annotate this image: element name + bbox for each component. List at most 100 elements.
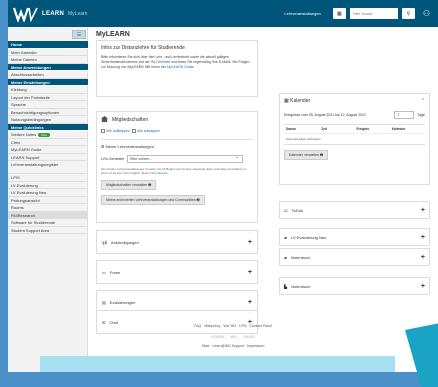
expand-plus-icon[interactable]: + xyxy=(248,239,252,246)
footer-bottom-links[interactable]: Sitze · Learn@WU Support · Impressum xyxy=(108,344,358,348)
archived-courses-label[interactable]: Meine archivierten Lehrveranstaltungen u… xyxy=(106,198,196,202)
sidebar-item-label[interactable]: Rooms xyxy=(11,205,24,210)
sidebar-item[interactable]: Lehrveranstaltungsregister xyxy=(8,161,88,174)
sidebar-item-label[interactable]: LV-Evaluierung xyxy=(11,183,38,188)
my-courses-label[interactable]: Meine Lehrveranstaltungen xyxy=(105,144,153,149)
menu-grid-icon[interactable]: ▦ xyxy=(332,8,346,19)
forums-section[interactable]: ▭ Foren + xyxy=(96,260,258,284)
expand-plus-icon[interactable]: + xyxy=(421,254,425,261)
sidebar-item[interactable]: Citrix xyxy=(8,139,88,146)
col-event[interactable]: Ereignis xyxy=(355,127,390,131)
sidebar-item-label[interactable]: Software für Studierende xyxy=(11,220,55,225)
sidebar-item[interactable]: LV-Evaluierung Neu xyxy=(8,189,88,197)
sidebar-item-label[interactable]: Fit4Research xyxy=(11,213,35,218)
sidebar-item-label[interactable]: Meine Dateien xyxy=(11,57,37,62)
announcements-section[interactable]: 📢 Ankündigungen + xyxy=(96,230,258,254)
sidebar-item-label[interactable]: Kleidung xyxy=(11,87,27,92)
sidebar-item[interactable]: MyLEARN Guide xyxy=(8,146,88,154)
manage-calendar-label[interactable]: Kalender verwalten xyxy=(289,153,319,157)
sidebar-item-label[interactable]: LEARN Support xyxy=(11,155,39,160)
sidebar-item-label[interactable]: LV-Evaluierung Neu xyxy=(11,190,46,195)
sidebar-item[interactable]: Abschlussarbeiten xyxy=(8,71,88,79)
sidebar-item-label[interactable]: MyLEARN Guide xyxy=(11,147,41,152)
mylearn-guide-link[interactable]: MyLEARN Guide xyxy=(167,65,194,69)
lv-evaluation-title[interactable]: LV-Evaluierung Neu xyxy=(291,235,326,240)
sidebar-item-label[interactable]: Benachrichtigungsoptionen xyxy=(11,110,59,115)
wu-website-link[interactable]: WU Website xyxy=(151,60,170,64)
sidebar-section-header[interactable]: Meine Einstellungen xyxy=(8,78,88,86)
my-courses-row[interactable]: ⊞ Meine Lehrveranstaltungen xyxy=(101,139,253,149)
sidebar-item-label[interactable]: Layout der Portalseite xyxy=(11,95,50,100)
brand-name[interactable]: LEARN xyxy=(42,11,64,17)
collapse-checkbox[interactable] xyxy=(131,129,136,134)
sidebar-item-label[interactable]: Prüfungsansicht xyxy=(11,198,40,203)
expand-plus-icon[interactable]: + xyxy=(248,269,252,276)
sidebar-item[interactable]: Nutzungsbedingungen xyxy=(8,116,88,124)
sidebar-item-label[interactable]: Meine Einstellungen xyxy=(11,80,50,85)
wu-logo-icon[interactable] xyxy=(13,6,39,22)
col-time[interactable]: Zeit xyxy=(319,127,354,131)
manage-calendar-button[interactable]: Kalender verwalten ➋ xyxy=(284,150,328,160)
sidebar-item[interactable]: Benachrichtigungsoptionen xyxy=(8,109,88,116)
sidebar-item-label[interactable]: Weitere Notes xyxy=(11,132,36,137)
expand-plus-icon[interactable]: + xyxy=(421,207,425,214)
announcements-title[interactable]: Ankündigungen xyxy=(111,240,139,245)
courses-link[interactable]: Lehrveranstaltungen xyxy=(284,11,320,16)
lv-evaluation-section[interactable]: ▰ LV-Evaluierung Neu + xyxy=(279,228,430,246)
search-input[interactable] xyxy=(349,8,398,19)
evaluations-title[interactable]: Evaluierungen xyxy=(110,300,136,305)
brand-subtitle[interactable]: MyLearn xyxy=(68,11,87,17)
col-date[interactable]: Datum xyxy=(284,127,319,131)
sidebar-item[interactable]: Sprache xyxy=(8,101,88,109)
archived-courses-button[interactable]: Meine archivierten Lehrveranstaltungen u… xyxy=(101,195,205,206)
gradebook-section-2[interactable]: ▙ Notenbuch + xyxy=(279,277,430,295)
sidebar-section-header[interactable]: Meine Anwendungen xyxy=(8,63,88,71)
sidebar-section-header[interactable]: Meine Quicklinks xyxy=(8,123,88,131)
todos-title[interactable]: ToDos xyxy=(292,208,303,213)
sidebar-item-label[interactable]: Sprache xyxy=(11,102,26,107)
sidebar-item-label[interactable]: Nutzungsbedingungen xyxy=(11,117,51,122)
collapse-all-link[interactable]: Alle zuklappen xyxy=(137,129,160,133)
sidebar-section-header[interactable]: Home xyxy=(8,41,88,49)
col-calendar[interactable]: Kalender xyxy=(390,127,425,131)
sidebar-toggle-icon[interactable]: ☰ xyxy=(72,30,86,39)
sidebar-item[interactable]: LEARN Support xyxy=(8,154,88,161)
sidebar-item[interactable]: Software für Studierende xyxy=(8,219,88,227)
more-info-link[interactable]: Informationen xyxy=(149,171,167,175)
forums-title[interactable]: Foren xyxy=(110,270,120,275)
sidebar-item-label[interactable]: Meine Quicklinks xyxy=(11,125,44,130)
sidebar-item[interactable]: LV-Evaluierung xyxy=(8,182,88,189)
search-icon[interactable]: ⚲ xyxy=(401,8,415,19)
sidebar-item[interactable]: Prüfungsansicht xyxy=(8,197,88,204)
days-input[interactable]: 7 xyxy=(394,111,415,119)
sidebar-item[interactable]: Rooms xyxy=(8,204,88,212)
gradebook-section[interactable]: ▰ Notenbuch + xyxy=(279,248,430,266)
sidebar-item-label[interactable]: Meine Anwendungen xyxy=(11,65,51,70)
sidebar-item[interactable]: LPIS xyxy=(8,174,88,182)
sidebar-item-label[interactable]: Home xyxy=(11,42,22,47)
sidebar-item-label[interactable]: LPIS xyxy=(11,175,20,180)
semester-select[interactable]: Bitte wählen... xyxy=(127,154,244,164)
sidebar-item-label[interactable]: Mein Kalender xyxy=(11,50,37,55)
sidebar-item[interactable]: Mein Kalender xyxy=(8,49,88,56)
sidebar-item-label[interactable]: Student Support Area xyxy=(11,228,49,233)
user-menu-icon[interactable]: ⚇ xyxy=(423,9,430,18)
sidebar-item[interactable]: Meine Dateien xyxy=(8,56,88,64)
sidebar-item[interactable]: Weitere Notes Neu xyxy=(8,131,88,139)
footer-links[interactable]: FAQ · Webpolicy · WU WU · LPIS · Contact… xyxy=(108,324,358,328)
gradebook-title[interactable]: Notenbuch xyxy=(291,255,310,260)
expand-plus-icon[interactable]: + xyxy=(248,299,252,306)
sidebar-item-label[interactable]: Lehrveranstaltungsregister xyxy=(11,162,58,167)
sidebar-item[interactable]: Kleidung xyxy=(8,86,88,94)
sidebar-item-label[interactable]: Abschlussarbeiten xyxy=(11,72,44,77)
manage-memberships-label[interactable]: Mitgliedschaften verwalten xyxy=(106,183,147,187)
sidebar-item[interactable]: Layout der Portalseite xyxy=(8,94,88,101)
todos-section[interactable]: ☑ ToDos + xyxy=(279,201,430,219)
expand-checkbox[interactable] xyxy=(101,129,105,134)
expand-all-link[interactable]: Alle aufklappen xyxy=(106,129,130,133)
gradebook-title-2[interactable]: Notenbuch xyxy=(291,284,310,289)
manage-memberships-button[interactable]: Mitgliedschaften verwalten ➋ xyxy=(101,180,157,191)
collapse-icon[interactable]: ⌃ xyxy=(421,98,425,104)
expand-plus-icon[interactable]: + xyxy=(421,283,425,290)
sidebar-item[interactable]: Student Support Area xyxy=(8,227,88,234)
